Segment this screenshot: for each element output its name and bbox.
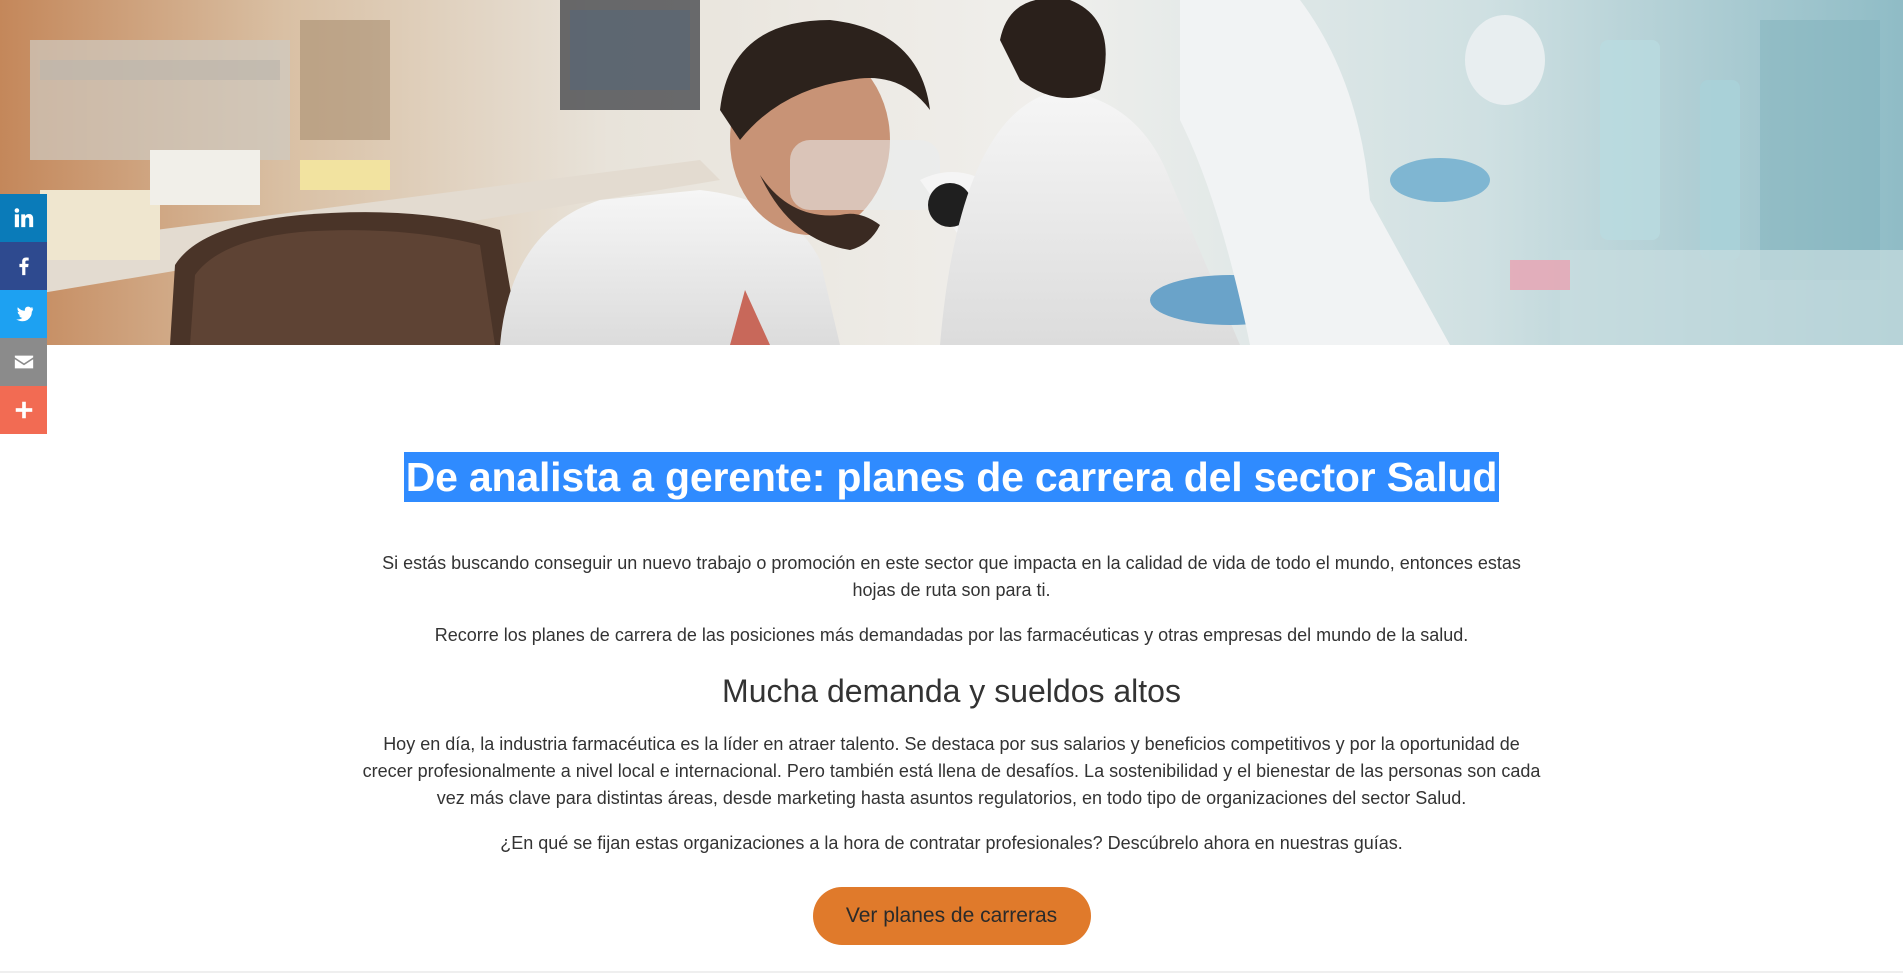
hero-image <box>0 0 1903 345</box>
facebook-icon <box>18 257 29 276</box>
laboratory-scene <box>0 0 1903 345</box>
title-wrapper: De analista a gerente: planes de carrera… <box>360 452 1543 508</box>
intro-paragraph-1: Si estás buscando conseguir un nuevo tra… <box>382 553 1521 600</box>
view-career-plans-button[interactable]: Ver planes de carreras <box>812 887 1091 945</box>
social-share-bar <box>0 194 47 434</box>
share-twitter-button[interactable] <box>0 290 47 338</box>
email-icon <box>14 355 33 369</box>
share-email-button[interactable] <box>0 338 47 386</box>
intro-paragraph-2: Recorre los planes de carrera de las pos… <box>434 625 1469 645</box>
share-facebook-button[interactable] <box>0 242 47 290</box>
page: De analista a gerente: planes de carrera… <box>0 0 1903 975</box>
body-section: Hoy en día, la industria farmacéutica es… <box>360 731 1543 857</box>
body-paragraph-1: Hoy en día, la industria farmacéutica es… <box>362 734 1541 808</box>
share-linkedin-button[interactable] <box>0 194 47 242</box>
bottom-divider <box>0 971 1903 973</box>
linkedin-icon <box>14 208 33 228</box>
section-heading: Mucha demanda y sueldos altos <box>722 673 1181 709</box>
body-paragraph-2: ¿En qué se fijan estas organizaciones a … <box>500 833 1403 853</box>
page-title: De analista a gerente: planes de carrera… <box>403 452 1500 502</box>
intro-section: Si estás buscando conseguir un nuevo tra… <box>360 550 1543 649</box>
plus-icon <box>15 401 32 419</box>
main-content: De analista a gerente: planes de carrera… <box>360 440 1543 945</box>
share-more-button[interactable] <box>0 386 47 434</box>
twitter-icon <box>15 306 33 322</box>
